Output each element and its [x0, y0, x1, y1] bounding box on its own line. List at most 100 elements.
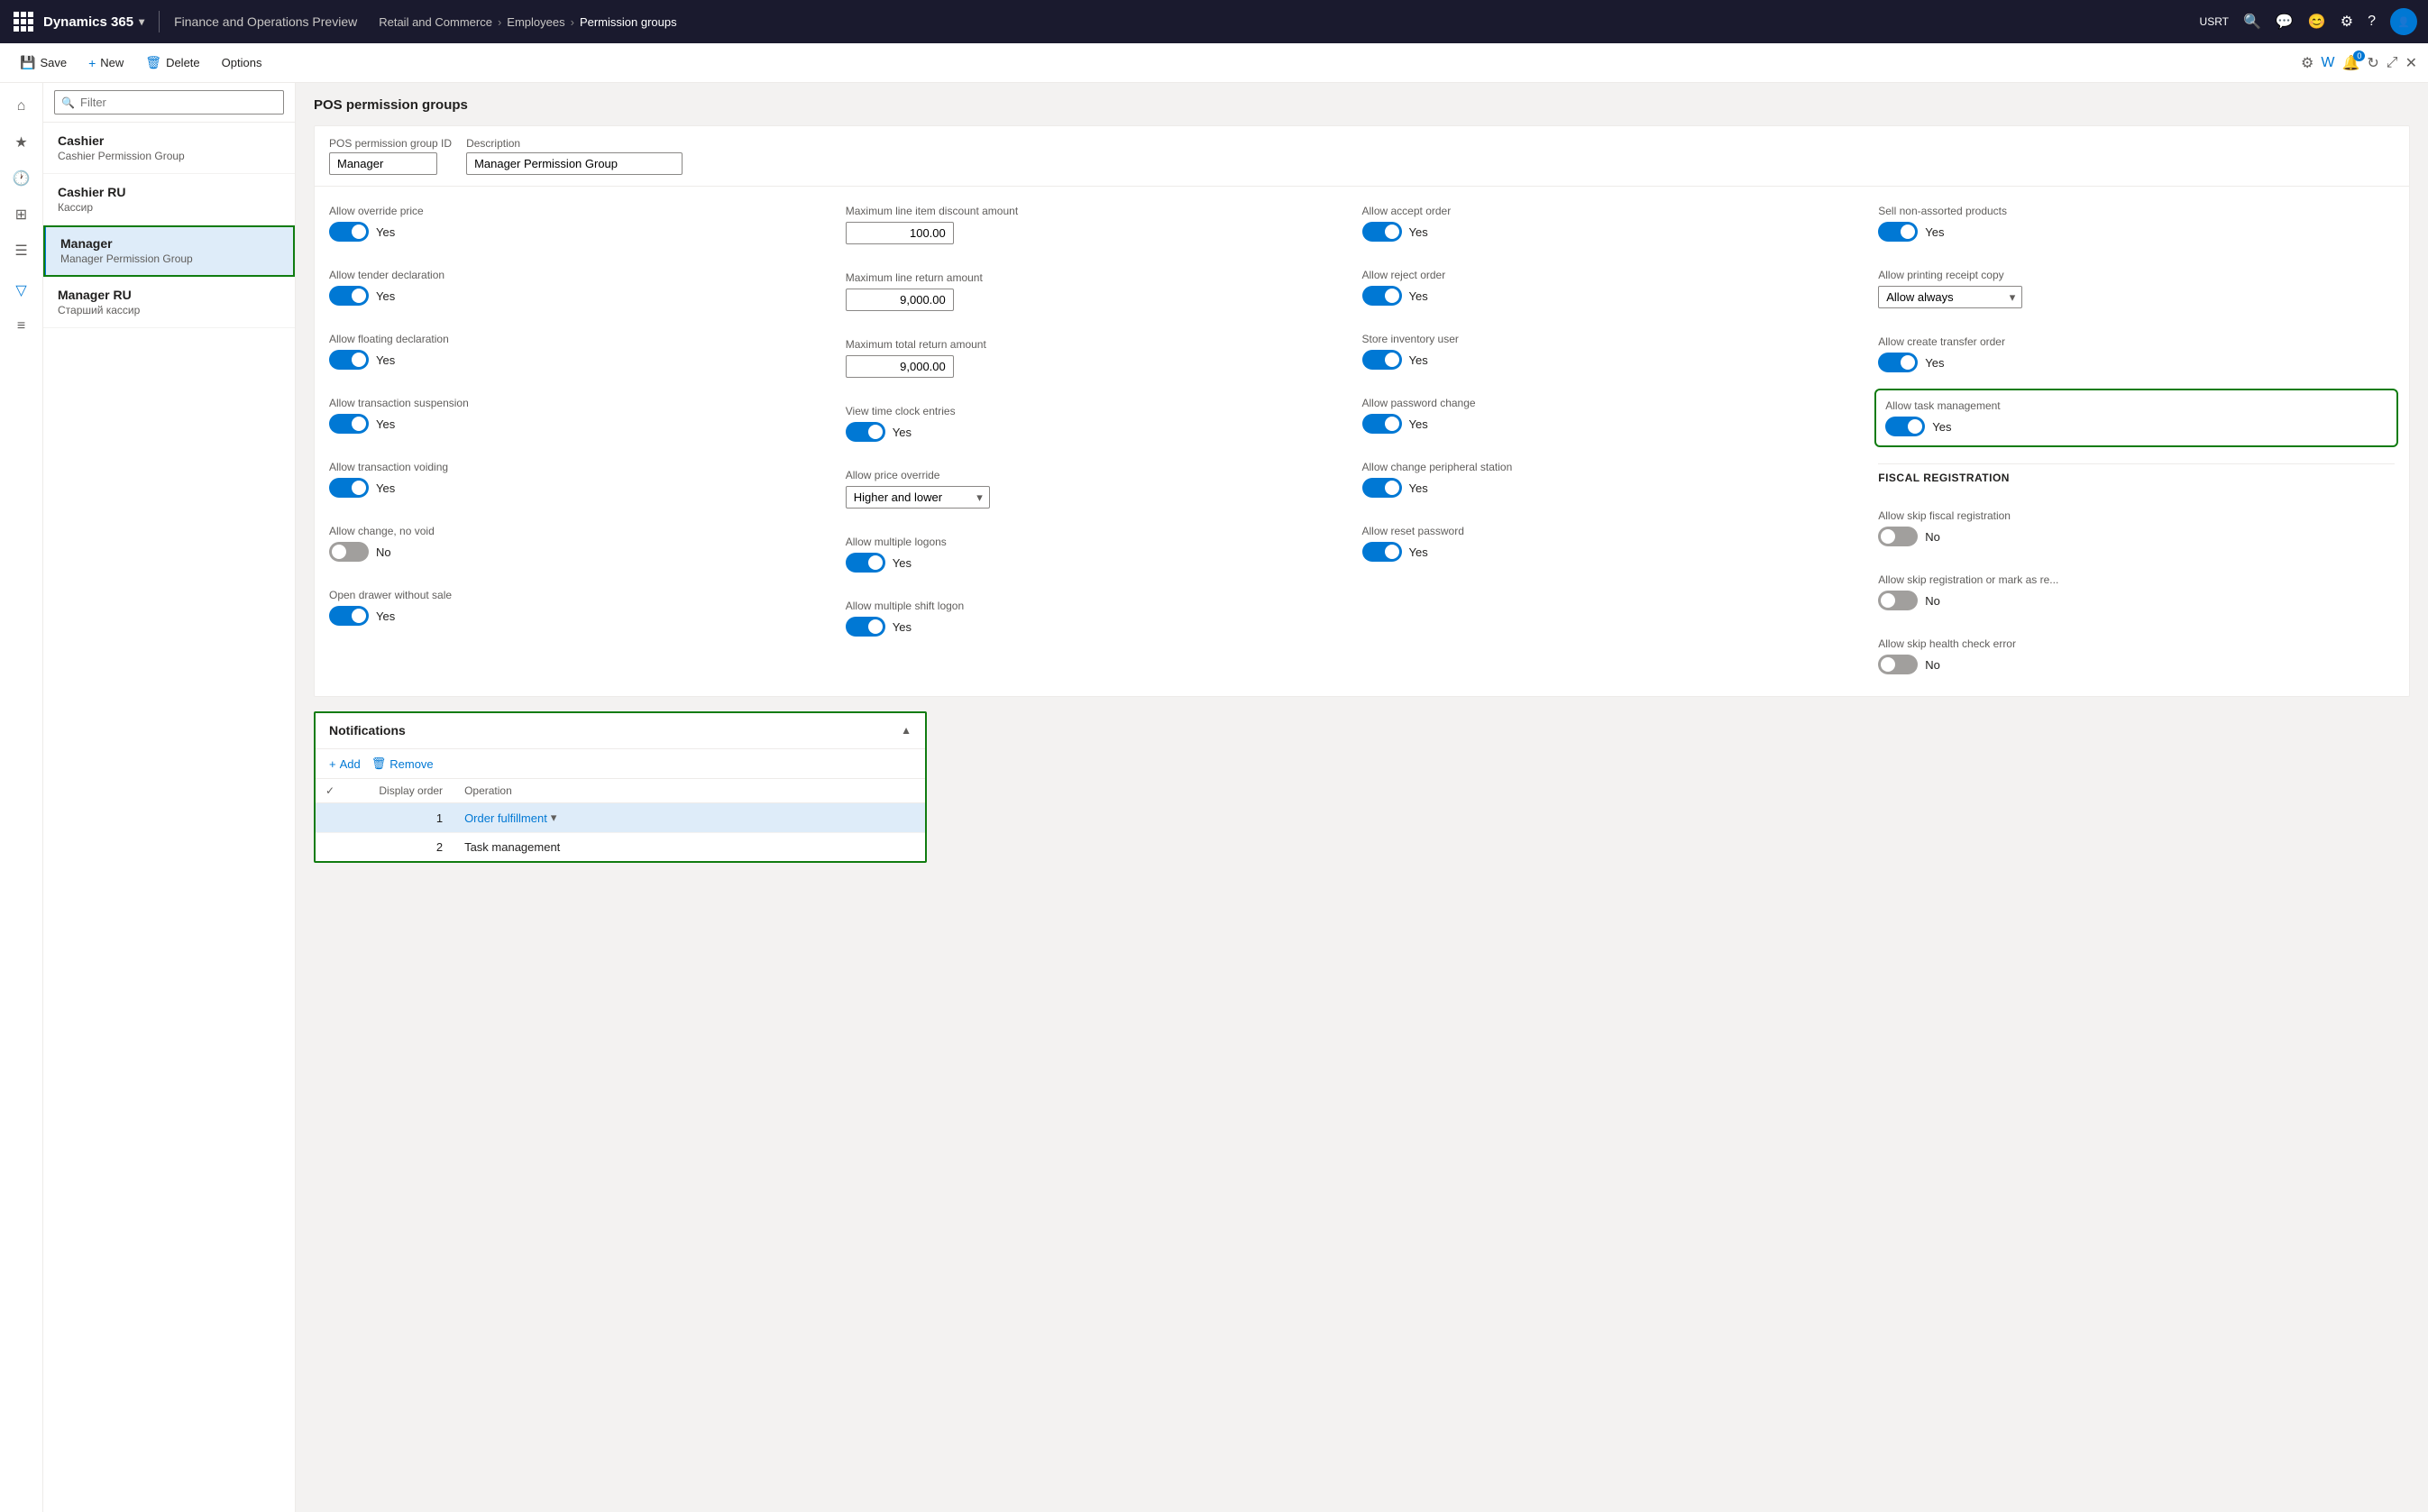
notifications-collapse-icon[interactable]: ▲: [901, 724, 912, 737]
settings-icon[interactable]: ⚙: [2341, 13, 2353, 31]
id-field-group: POS permission group ID: [329, 137, 452, 175]
perm-multiple-logons: Allow multiple logons Yes: [846, 528, 1362, 580]
user-label: USRT: [2200, 15, 2229, 28]
list-item-title: Cashier RU: [58, 185, 280, 199]
toggle-tender-declaration[interactable]: [329, 286, 369, 306]
new-icon: +: [88, 56, 96, 70]
max-total-return-input[interactable]: [846, 355, 954, 378]
toggle-change-peripheral[interactable]: [1362, 478, 1402, 498]
max-line-discount-input[interactable]: [846, 222, 954, 244]
breadcrumb-retail[interactable]: Retail and Commerce: [379, 15, 492, 29]
list-item[interactable]: Cashier RU Кассир: [43, 174, 295, 225]
perm-override-price: Allow override price Yes: [329, 197, 846, 249]
waffle-button[interactable]: [11, 9, 36, 34]
toolbar-extra-icon1[interactable]: ⚙: [2301, 54, 2313, 72]
toggle-accept-order[interactable]: [1362, 222, 1402, 242]
notifications-remove-button[interactable]: 🗑 Remove: [371, 756, 434, 771]
app-name-text: Dynamics 365: [43, 14, 133, 30]
perm-printing-receipt: Allow printing receipt copy Allow always…: [1878, 261, 2395, 316]
toggle-skip-fiscal[interactable]: [1878, 527, 1918, 546]
max-line-return-input[interactable]: [846, 289, 954, 311]
toolbar: 💾 Save + New 🗑 Delete Options ⚙ W 🔔0 ↻ ⤢…: [0, 43, 2428, 83]
toggle-transaction-voiding[interactable]: [329, 478, 369, 498]
toggle-override-price[interactable]: [329, 222, 369, 242]
breadcrumb-sep2: ›: [571, 15, 574, 29]
perm-reset-password: Allow reset password Yes: [1362, 518, 1879, 569]
list-item[interactable]: Manager RU Старший кассир: [43, 277, 295, 328]
row-order-2: 2: [345, 833, 454, 862]
main-layout: ⌂ ★ 🕐 ⊞ ☰ ▽ ≡ 🔍 Cashier Cashier Permissi…: [0, 83, 2428, 1512]
toggle-password-change[interactable]: [1362, 414, 1402, 434]
toolbar-refresh-icon[interactable]: ↻: [2367, 54, 2378, 72]
operation-dropdown-arrow-1[interactable]: ▾: [551, 811, 557, 825]
breadcrumb: Retail and Commerce › Employees › Permis…: [379, 15, 676, 29]
operation-link-1[interactable]: Order fulfillment: [464, 811, 547, 825]
col-check: ✓: [315, 779, 345, 803]
smiley-icon[interactable]: 😊: [2308, 13, 2326, 31]
toggle-reject-order[interactable]: [1362, 286, 1402, 306]
toggle-change-no-void[interactable]: [329, 542, 369, 562]
remove-icon: 🗑: [371, 756, 387, 771]
delete-button[interactable]: 🗑 Delete: [136, 50, 208, 76]
list-filter-area: 🔍: [43, 83, 295, 123]
nav-divider: [159, 11, 160, 32]
toggle-skip-health-check[interactable]: [1878, 655, 1918, 674]
sidebar-menu-icon[interactable]: ≡: [5, 310, 38, 343]
filter-input[interactable]: [54, 90, 284, 115]
id-input[interactable]: [329, 152, 437, 175]
perm-task-management: Allow task management Yes: [1878, 392, 2395, 444]
sidebar-star-icon[interactable]: ★: [5, 126, 38, 159]
notifications-add-button[interactable]: + Add: [329, 756, 361, 771]
perm-view-time-clock: View time clock entries Yes: [846, 398, 1362, 449]
list-item[interactable]: Cashier Cashier Permission Group: [43, 123, 295, 174]
sidebar-filter-icon[interactable]: ▽: [5, 274, 38, 307]
toggle-create-transfer-order[interactable]: [1878, 353, 1918, 372]
desc-input[interactable]: [466, 152, 683, 175]
toolbar-notification-badge[interactable]: 🔔0: [2341, 54, 2359, 72]
sidebar-grid-icon[interactable]: ⊞: [5, 198, 38, 231]
toggle-task-management[interactable]: [1885, 417, 1925, 436]
toggle-store-inventory[interactable]: [1362, 350, 1402, 370]
perm-transaction-voiding: Allow transaction voiding Yes: [329, 454, 846, 505]
toggle-multiple-logons[interactable]: [846, 553, 885, 573]
sidebar-home-icon[interactable]: ⌂: [5, 90, 38, 123]
chat-icon[interactable]: 💬: [2276, 13, 2294, 31]
notifications-section: Notifications ▲ + Add 🗑 Remove ✓ Display…: [314, 711, 927, 863]
save-button[interactable]: 💾 Save: [11, 50, 76, 76]
toggle-open-drawer[interactable]: [329, 606, 369, 626]
toggle-multiple-shift-logon[interactable]: [846, 617, 885, 637]
perm-skip-health-check: Allow skip health check error No: [1878, 630, 2395, 682]
options-button[interactable]: Options: [213, 50, 271, 75]
list-item-manager-title: Manager: [60, 236, 280, 251]
help-icon[interactable]: ?: [2368, 14, 2376, 30]
new-label: New: [100, 56, 124, 69]
sidebar-clock-icon[interactable]: 🕐: [5, 162, 38, 195]
table-row[interactable]: 2 Task management: [315, 833, 926, 862]
top-nav: Dynamics 365 ▾ Finance and Operations Pr…: [0, 0, 2428, 43]
list-item-manager[interactable]: Manager Manager Permission Group: [43, 225, 295, 277]
list-item-subtitle: Старший кассир: [58, 304, 280, 316]
avatar[interactable]: 👤: [2390, 8, 2417, 35]
perm-password-change: Allow password change Yes: [1362, 389, 1879, 441]
printing-receipt-dropdown[interactable]: Allow always Never allow: [1878, 286, 2022, 308]
toggle-view-time-clock[interactable]: [846, 422, 885, 442]
breadcrumb-employees[interactable]: Employees: [507, 15, 564, 29]
table-row[interactable]: 1 Order fulfillment ▾: [315, 803, 926, 833]
toggle-skip-registration[interactable]: [1878, 591, 1918, 610]
toolbar-close-icon[interactable]: ✕: [2405, 54, 2417, 72]
row-order-1: 1: [345, 803, 454, 833]
perm-skip-registration: Allow skip registration or mark as re...…: [1878, 566, 2395, 618]
breadcrumb-sep1: ›: [498, 15, 501, 29]
env-title: Finance and Operations Preview: [174, 14, 357, 29]
search-nav-icon[interactable]: 🔍: [2243, 13, 2261, 31]
toggle-floating-declaration[interactable]: [329, 350, 369, 370]
new-button[interactable]: + New: [79, 50, 133, 76]
toolbar-extra-icon2[interactable]: W: [2321, 55, 2334, 71]
app-title-chevron[interactable]: ▾: [139, 15, 144, 28]
toggle-sell-non-assorted[interactable]: [1878, 222, 1918, 242]
price-override-dropdown[interactable]: Higher and lower Higher only Lower only …: [846, 486, 990, 509]
toggle-transaction-suspension[interactable]: [329, 414, 369, 434]
toggle-reset-password[interactable]: [1362, 542, 1402, 562]
toolbar-expand-icon[interactable]: ⤢: [2387, 55, 2398, 71]
sidebar-list-icon[interactable]: ☰: [5, 234, 38, 267]
